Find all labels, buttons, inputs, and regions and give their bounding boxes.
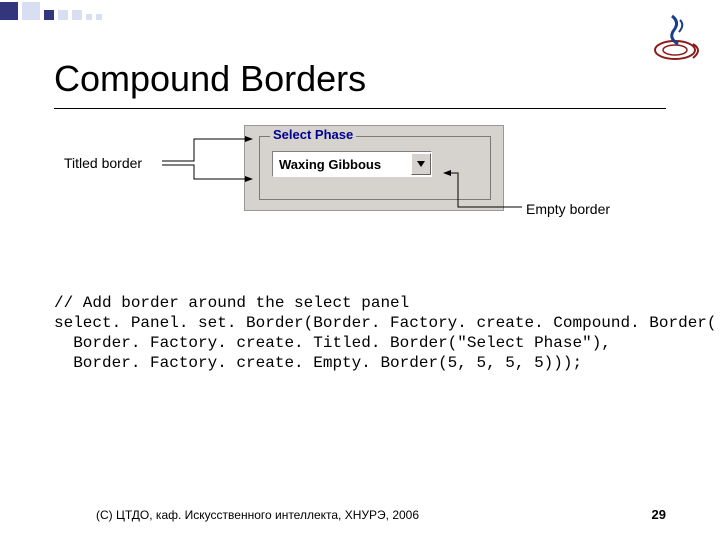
titled-border-caption: Titled border xyxy=(64,155,142,171)
slide-title: Compound Borders xyxy=(54,58,720,100)
border-figure: Titled border Empty border Select Phase … xyxy=(54,121,666,281)
combo-dropdown-button[interactable] xyxy=(411,153,431,175)
copyright-text: (С) ЦТДО, каф. Искусственного интеллекта… xyxy=(96,508,419,522)
slide-footer: (С) ЦТДО, каф. Искусственного интеллекта… xyxy=(0,507,720,522)
page-number: 29 xyxy=(652,507,666,522)
empty-border-caption: Empty border xyxy=(526,201,610,217)
phase-combobox[interactable]: Waxing Gibbous xyxy=(272,151,432,177)
demo-panel: Select Phase Waxing Gibbous xyxy=(244,125,504,211)
code-line: Border. Factory. create. Empty. Border(5… xyxy=(54,354,582,372)
titled-border-label: Select Phase xyxy=(270,127,356,142)
title-divider xyxy=(54,108,666,109)
titled-border-box: Select Phase Waxing Gibbous xyxy=(259,136,491,200)
java-logo-icon xyxy=(648,10,702,64)
combo-value: Waxing Gibbous xyxy=(273,157,411,172)
code-line: Border. Factory. create. Titled. Border(… xyxy=(54,334,611,352)
code-line: // Add border around the select panel xyxy=(54,294,409,312)
chevron-down-icon xyxy=(417,161,425,167)
code-line: select. Panel. set. Border(Border. Facto… xyxy=(54,314,717,332)
slide-top-decoration xyxy=(0,0,720,22)
code-block: // Add border around the select panel se… xyxy=(54,293,666,373)
